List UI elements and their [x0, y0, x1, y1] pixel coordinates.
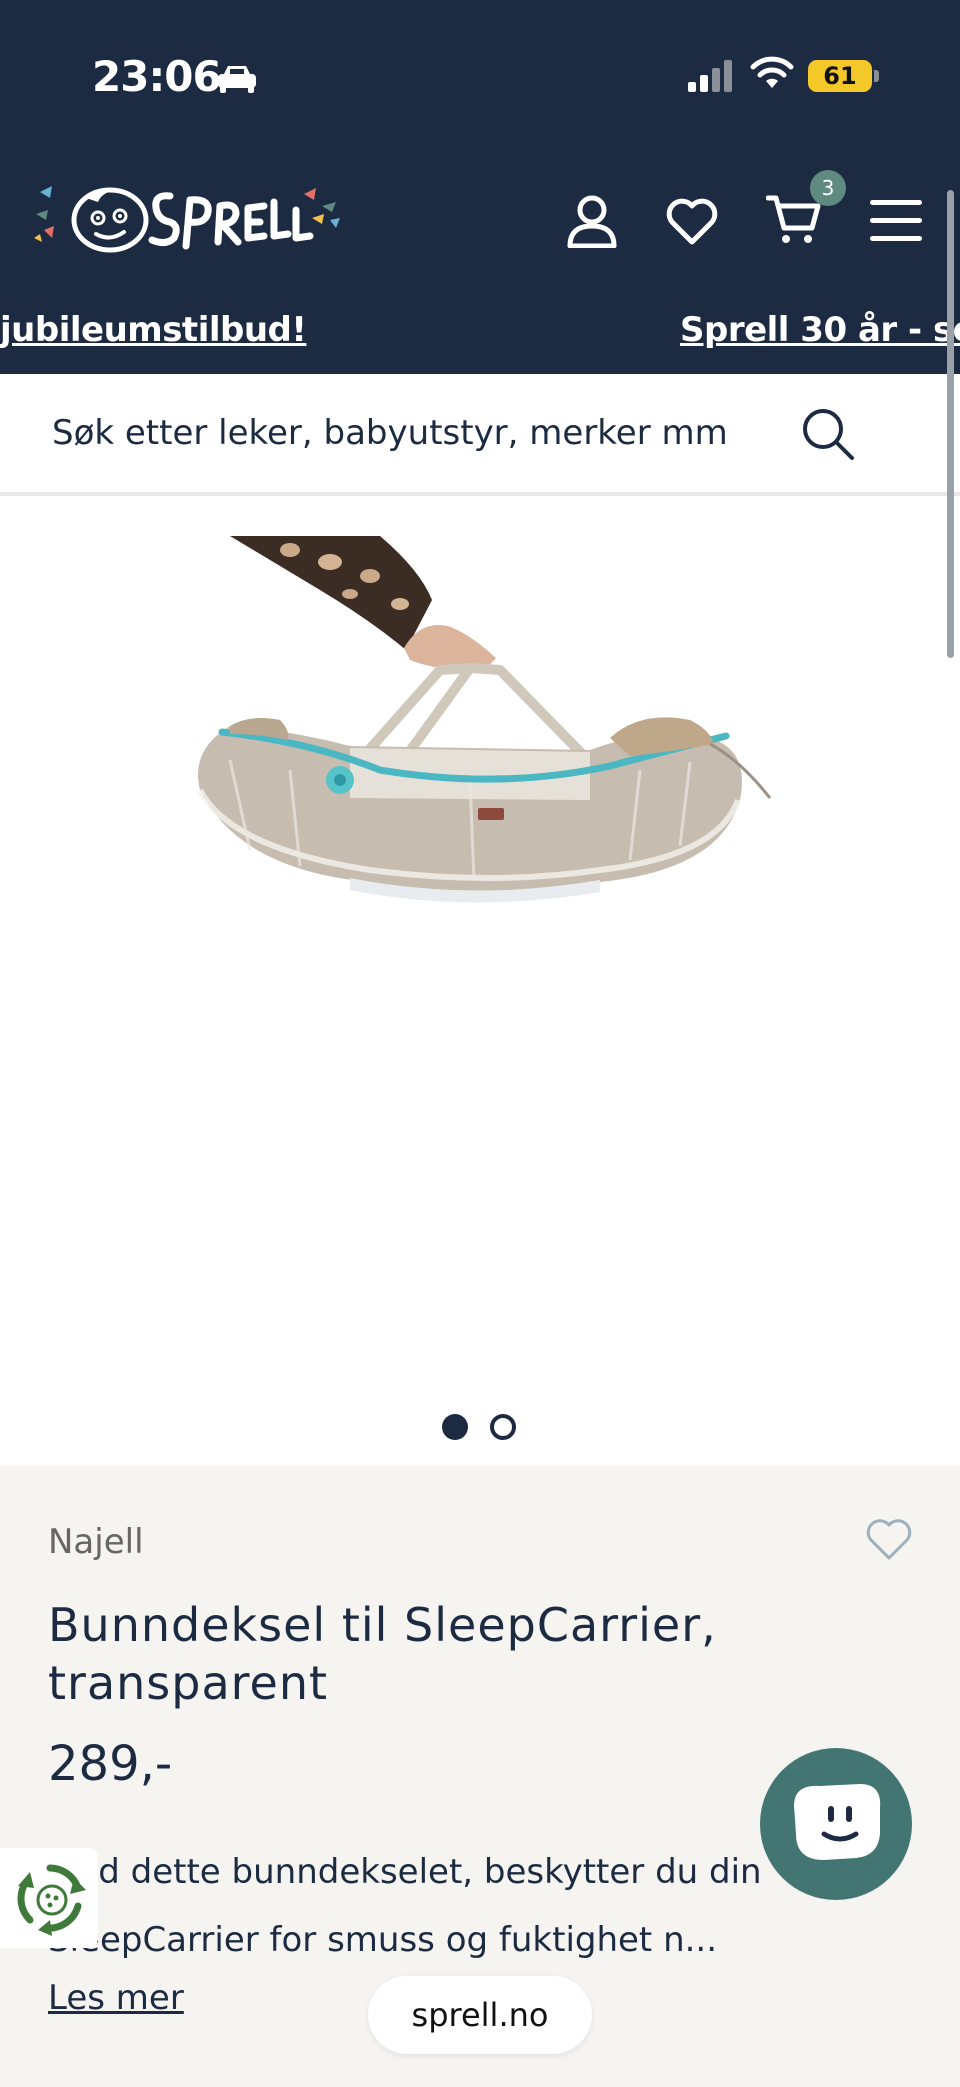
battery-cap [874, 70, 879, 82]
product-description: Med dette bunndekselet, beskytter du din… [48, 1852, 762, 1960]
wifi-icon [750, 56, 794, 88]
status-time: 23:06 [92, 52, 222, 101]
gallery-dot-1[interactable] [442, 1414, 468, 1440]
promo-link-1[interactable]: jubileumstilbud! [0, 310, 307, 350]
promo-ticker: jubileumstilbud! Sprell 30 år - se [0, 300, 960, 364]
menu-icon[interactable] [870, 200, 922, 242]
product-image[interactable] [170, 530, 790, 930]
page-scrollbar[interactable] [947, 190, 954, 658]
car-icon [218, 66, 256, 93]
browser-url-pill[interactable]: sprell.no [368, 1976, 592, 2054]
search-input[interactable] [52, 408, 772, 458]
user-icon[interactable] [566, 194, 618, 248]
chat-icon [794, 1784, 881, 1860]
battery-level: 61 [823, 62, 857, 90]
chat-button[interactable] [760, 1748, 912, 1900]
sprell-logo[interactable] [30, 180, 350, 262]
heart-icon[interactable] [664, 196, 720, 246]
cart-icon[interactable] [766, 194, 822, 246]
signal-icon [688, 60, 732, 92]
wishlist-heart-icon[interactable] [864, 1516, 914, 1562]
promo-link-2[interactable]: Sprell 30 år - se [680, 310, 960, 350]
cart-count-badge: 3 [810, 170, 846, 206]
recycle-icon[interactable] [0, 1848, 98, 1948]
gallery-dot-2[interactable] [490, 1414, 516, 1440]
product-title: Bunndeksel til SleepCarrier, transparent [48, 1598, 717, 1710]
search-icon[interactable] [800, 406, 856, 462]
product-price: 289,- [48, 1736, 173, 1792]
read-more-link[interactable]: Les mer [48, 1978, 184, 2018]
product-brand[interactable]: Najell [48, 1522, 144, 1562]
